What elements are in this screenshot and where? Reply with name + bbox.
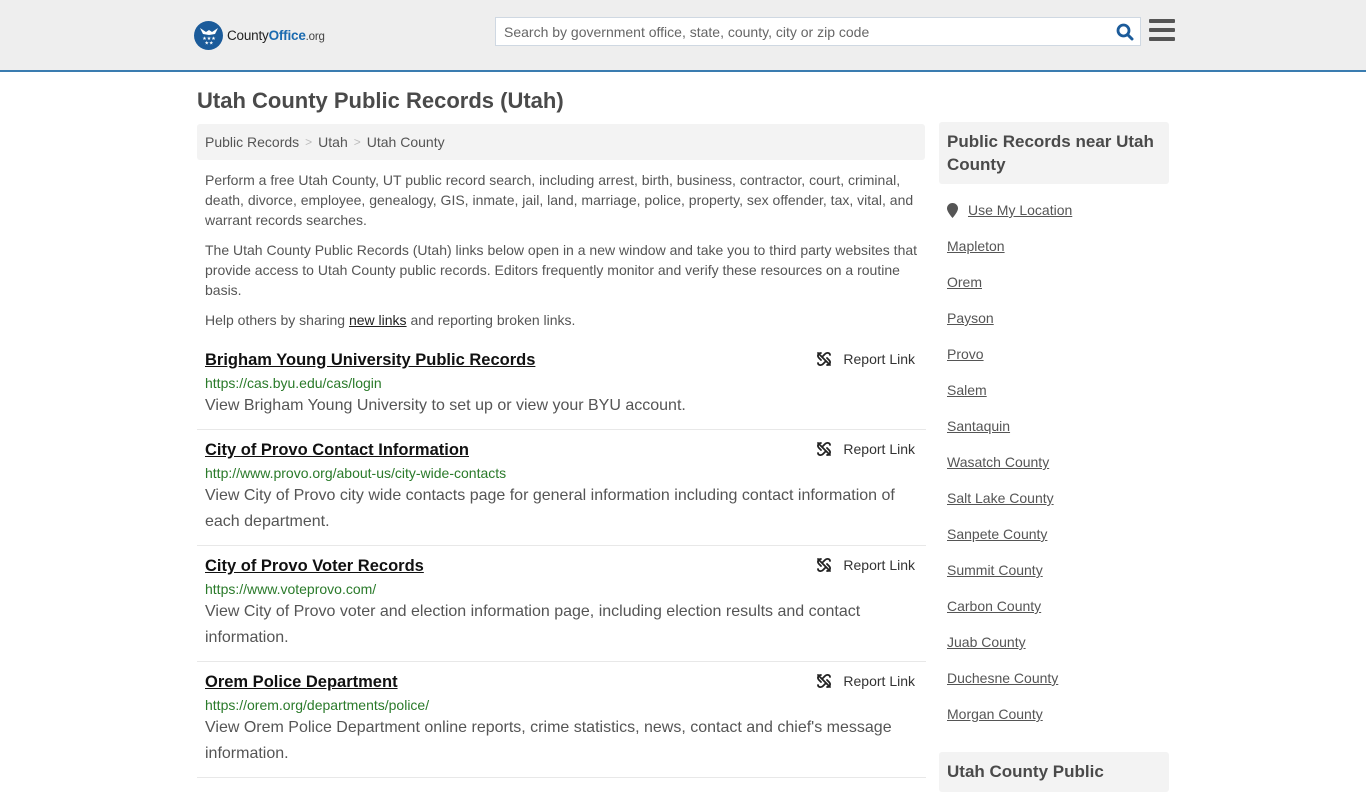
search-button[interactable]: [1110, 18, 1140, 45]
nearby-link-salt-lake-county[interactable]: Salt Lake County: [947, 486, 1167, 522]
broken-link-icon: [817, 558, 832, 572]
report-link-button[interactable]: Report Link: [816, 557, 915, 573]
page-title: Utah County Public Records (Utah): [197, 88, 564, 113]
record-title-link[interactable]: Orem Police Department: [205, 670, 398, 694]
report-link-button[interactable]: Report Link: [816, 351, 915, 367]
search-bar: [495, 17, 1141, 46]
record-url: https://www.voteprovo.com/: [205, 581, 377, 597]
nearby-link-sanpete-county[interactable]: Sanpete County: [947, 522, 1167, 558]
nearby-link-orem[interactable]: Orem: [947, 270, 1167, 306]
hamburger-menu-icon[interactable]: [1149, 19, 1175, 43]
logo-eagle-icon: ★★★ ★★: [194, 20, 223, 50]
site-logo[interactable]: ★★★ ★★ CountyOffice.org: [194, 20, 325, 50]
record-url: http://www.provo.org/about-us/city-wide-…: [205, 465, 507, 481]
nearby-link-santaquin[interactable]: Santaquin: [947, 414, 1167, 450]
nearby-link-morgan-county[interactable]: Morgan County: [947, 702, 1167, 738]
nearby-link-mapleton[interactable]: Mapleton: [947, 234, 1167, 270]
sidebar-heading-2: Utah County Public: [939, 752, 1169, 792]
report-link-button[interactable]: Report Link: [816, 673, 915, 689]
broken-link-icon: [817, 352, 832, 366]
nearby-link-duchesne-county[interactable]: Duchesne County: [947, 666, 1167, 702]
new-links-link[interactable]: new links: [349, 312, 407, 328]
intro-paragraph: The Utah County Public Records (Utah) li…: [205, 242, 918, 298]
record-title-link[interactable]: Brigham Young University Public Records: [205, 348, 535, 372]
record-item: City of Provo Voter Records https://www.…: [197, 546, 926, 662]
record-title-link[interactable]: City of Provo Voter Records: [205, 554, 424, 578]
logo-text: CountyOffice.org: [227, 27, 325, 43]
record-item: City of Provo Contact Information http:/…: [197, 430, 926, 546]
intro-paragraph: Perform a free Utah County, UT public re…: [205, 172, 914, 228]
record-description: View Orem Police Department online repor…: [205, 719, 892, 762]
record-description: View City of Provo voter and election in…: [205, 603, 861, 646]
nearby-link-salem[interactable]: Salem: [947, 378, 1167, 414]
record-description: View City of Provo city wide contacts pa…: [205, 487, 895, 530]
record-url: https://orem.org/departments/police/: [205, 697, 430, 713]
search-input[interactable]: [496, 18, 1110, 45]
record-title-link[interactable]: City of Provo Contact Information: [205, 438, 469, 462]
nearby-link-provo[interactable]: Provo: [947, 342, 1167, 378]
nearby-link-wasatch-county[interactable]: Wasatch County: [947, 450, 1167, 486]
broken-link-icon: [817, 442, 832, 456]
nearby-link-carbon-county[interactable]: Carbon County: [947, 594, 1167, 630]
record-item: Brigham Young University Public Records …: [197, 340, 926, 430]
svg-text:★★: ★★: [204, 41, 213, 46]
intro-text: Perform a free Utah County, UT public re…: [205, 170, 921, 340]
nearby-link-summit-county[interactable]: Summit County: [947, 558, 1167, 594]
nearby-link-juab-county[interactable]: Juab County: [947, 630, 1167, 666]
report-link-button[interactable]: Report Link: [816, 441, 915, 457]
breadcrumb-separator: >: [353, 135, 361, 149]
breadcrumb-separator: >: [305, 135, 313, 149]
site-header: ★★★ ★★ CountyOffice.org: [0, 0, 1366, 72]
sidebar-heading: Public Records near Utah County: [939, 122, 1169, 184]
nearby-links-list: Use My Location Mapleton Orem Payson Pro…: [947, 198, 1167, 738]
record-description: View Brigham Young University to set up …: [205, 397, 686, 414]
map-marker-icon: [947, 203, 958, 218]
breadcrumb-utah-county[interactable]: Utah County: [367, 134, 445, 150]
record-url: https://cas.byu.edu/cas/login: [205, 375, 382, 391]
breadcrumb-utah[interactable]: Utah: [318, 134, 348, 150]
breadcrumb: Public Records > Utah > Utah County: [197, 124, 925, 160]
breadcrumb-public-records[interactable]: Public Records: [205, 134, 299, 150]
search-icon: [1116, 23, 1134, 40]
nearby-link-payson[interactable]: Payson: [947, 306, 1167, 342]
use-my-location-link[interactable]: Use My Location: [947, 198, 1167, 234]
broken-link-icon: [817, 674, 832, 688]
records-list: Brigham Young University Public Records …: [197, 340, 926, 778]
help-paragraph: Help others by sharing new links and rep…: [205, 312, 576, 328]
record-item: Orem Police Department https://orem.org/…: [197, 662, 926, 778]
